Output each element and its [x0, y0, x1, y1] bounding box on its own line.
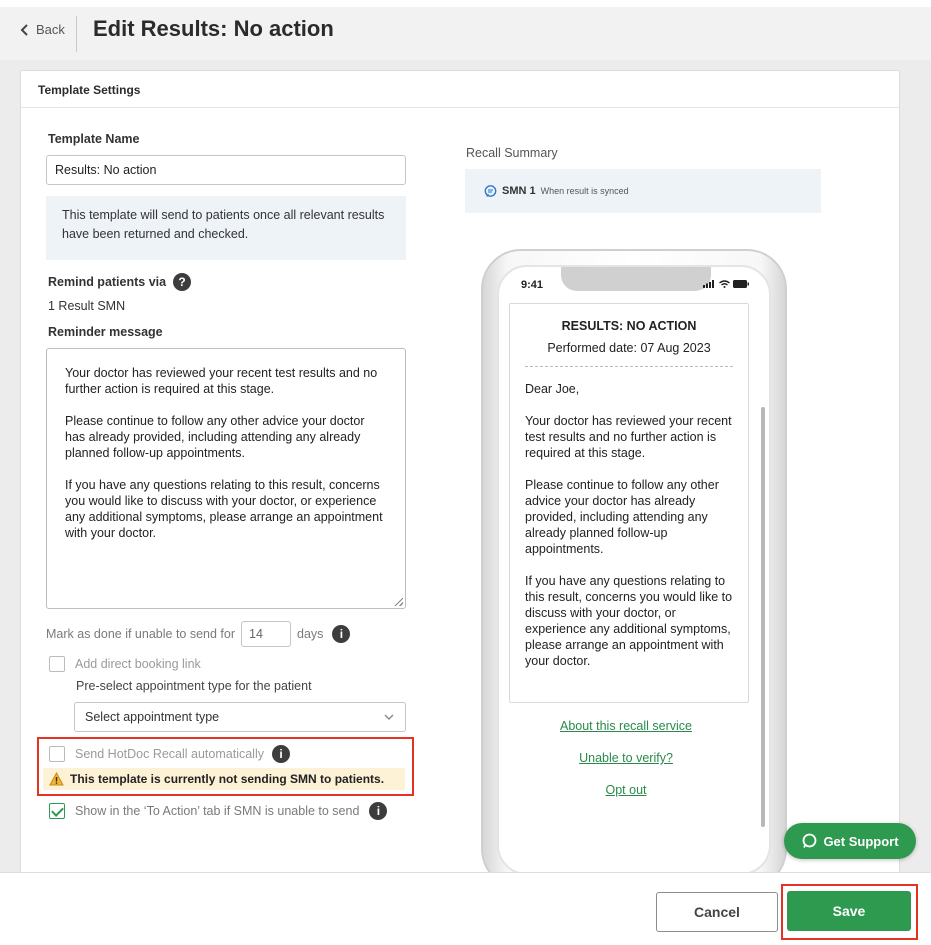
- message-preview: RESULTS: NO ACTION Performed date: 07 Au…: [509, 303, 749, 703]
- back-label: Back: [36, 22, 65, 37]
- wifi-icon: [719, 280, 730, 288]
- message-paragraph: Please continue to follow any other advi…: [525, 478, 719, 556]
- reminder-paragraph: Please continue to follow any other advi…: [65, 414, 365, 460]
- reminder-message-textarea[interactable]: Your doctor has reviewed your recent tes…: [46, 348, 406, 609]
- recall-summary-label: Recall Summary: [466, 146, 558, 160]
- template-name-label: Template Name: [48, 132, 140, 146]
- reminder-paragraph: Your doctor has reviewed your recent tes…: [65, 366, 378, 396]
- resize-handle[interactable]: [395, 598, 403, 606]
- mark-done-days-input[interactable]: 14: [241, 621, 292, 647]
- remind-via-row: Remind patients via ?: [48, 273, 192, 291]
- phone-scrollbar[interactable]: [761, 407, 765, 827]
- appointment-select-value: Select appointment type: [85, 710, 220, 724]
- battery-icon: [733, 280, 749, 288]
- appointment-type-select[interactable]: Select appointment type: [74, 702, 406, 732]
- about-recall-link[interactable]: About this recall service: [499, 719, 753, 733]
- message-paragraph: Your doctor has reviewed your recent tes…: [525, 414, 732, 460]
- show-todo-label: Show in the ‘To Action’ tab if SMN is un…: [75, 804, 360, 818]
- info-icon[interactable]: i: [332, 625, 351, 643]
- message-greeting: Dear Joe,: [525, 382, 580, 396]
- template-info-box: This template will send to patients once…: [46, 196, 406, 260]
- card-title: Template Settings: [21, 71, 899, 108]
- booking-link-row: Add direct booking link: [49, 656, 201, 672]
- mark-done-suffix: days: [297, 627, 324, 641]
- message-title: RESULTS: NO ACTION: [561, 319, 697, 333]
- recall-item-detail: When result is synced: [540, 186, 629, 196]
- remind-via-label: Remind patients via: [48, 275, 167, 289]
- status-icons: [703, 280, 749, 288]
- message-date: Performed date: 07 Aug 2023: [525, 340, 733, 367]
- opt-out-link[interactable]: Opt out: [499, 783, 753, 797]
- message-paragraph: If you have any questions relating to th…: [525, 574, 733, 668]
- get-support-label: Get Support: [823, 833, 899, 849]
- back-button[interactable]: Back: [20, 22, 65, 37]
- chevron-left-icon: [20, 23, 28, 36]
- cancel-button[interactable]: Cancel: [656, 892, 778, 932]
- chevron-down-icon: [384, 714, 394, 720]
- highlight-send-auto: Send HotDoc Recall automatically i This …: [37, 737, 414, 796]
- page-title: Edit Results: No action: [93, 16, 334, 41]
- message-icon: [484, 184, 497, 197]
- template-name-input[interactable]: Results: No action: [46, 155, 406, 185]
- send-auto-checkbox[interactable]: [49, 746, 65, 762]
- mark-done-prefix: Mark as done if unable to send for: [46, 627, 236, 641]
- chat-icon: [803, 833, 817, 848]
- booking-link-checkbox[interactable]: [49, 656, 65, 672]
- status-time: 9:41: [521, 279, 544, 291]
- page-header: Back Edit Results: No action: [0, 0, 931, 60]
- warning-bar: This template is currently not sending S…: [43, 768, 405, 790]
- remind-via-value: 1 Result SMN: [48, 299, 126, 313]
- warning-text: This template is currently not sending S…: [70, 772, 385, 786]
- preselect-label: Pre-select appointment type for the pati…: [76, 679, 312, 693]
- header-divider: [76, 16, 77, 52]
- template-settings-card: Template Settings Template Name Results:…: [20, 70, 900, 889]
- highlight-save: Save: [781, 884, 918, 940]
- recall-item-name: SMN 1: [502, 185, 536, 197]
- mark-done-row: Mark as done if unable to send for 14 da…: [46, 621, 351, 647]
- footer-bar: Cancel Save: [0, 872, 931, 945]
- help-icon[interactable]: ?: [173, 273, 192, 291]
- signal-icon: [703, 280, 714, 288]
- send-auto-row: Send HotDoc Recall automatically i: [49, 745, 290, 763]
- show-todo-row: Show in the ‘To Action’ tab if SMN is un…: [49, 802, 388, 820]
- reminder-paragraph: If you have any questions relating to th…: [65, 478, 383, 540]
- warning-icon: [49, 772, 64, 786]
- reminder-message-label: Reminder message: [48, 325, 163, 339]
- unable-verify-link[interactable]: Unable to verify?: [499, 751, 753, 765]
- info-icon[interactable]: i: [369, 802, 388, 820]
- phone-notch: [561, 267, 711, 291]
- phone-screen: 9:41 RESULTS: NO ACTION Performed date: …: [497, 265, 771, 875]
- phone-preview: 9:41 RESULTS: NO ACTION Performed date: …: [481, 249, 787, 889]
- recall-summary-item: SMN 1 When result is synced: [465, 169, 821, 213]
- booking-link-label: Add direct booking link: [75, 657, 201, 671]
- save-button[interactable]: Save: [787, 891, 911, 931]
- info-icon[interactable]: i: [271, 745, 290, 763]
- send-auto-label: Send HotDoc Recall automatically: [75, 747, 264, 761]
- show-todo-checkbox[interactable]: [49, 803, 65, 819]
- get-support-button[interactable]: Get Support: [784, 823, 916, 859]
